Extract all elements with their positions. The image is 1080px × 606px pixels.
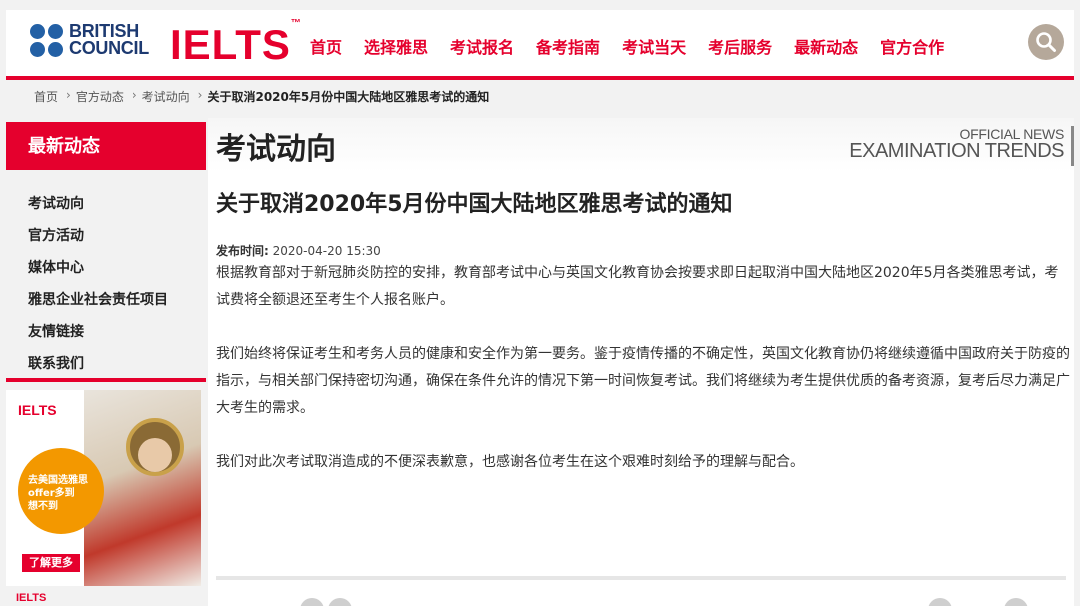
bc-logo-line2: COUNCIL — [69, 38, 149, 58]
article-paragraph: 我们对此次考试取消造成的不便深表歉意，也感谢各位考生在这个艰难时刻给予的理解与配… — [216, 454, 804, 470]
sidebar-item-exam-trends[interactable]: 考试动向 — [6, 182, 206, 214]
next-arrow-icon[interactable] — [1004, 598, 1028, 606]
promo-banner[interactable]: IELTS 去美国选雅思 offer多到 想不到 了解更多 — [6, 390, 201, 586]
publish-time: 2020-04-20 15:30 — [272, 244, 381, 258]
nav-item-home[interactable]: 首页 — [310, 34, 342, 58]
sidebar-item-csr[interactable]: 雅思企业社会责任项目 — [6, 278, 206, 310]
nav-item-latest-news[interactable]: 最新动态 — [794, 34, 858, 58]
nav-item-test-day[interactable]: 考试当天 — [622, 34, 686, 58]
breadcrumb-separator: › — [66, 88, 71, 102]
content-divider — [216, 576, 1066, 580]
person-face-image — [138, 438, 172, 472]
british-council-logo[interactable]: BRITISH COUNCIL — [30, 22, 149, 58]
learn-more-button[interactable]: 了解更多 — [22, 554, 80, 572]
sidebar-item-friendly-links[interactable]: 友情链接 — [6, 310, 206, 342]
promo-circle-line3: 想不到 — [28, 501, 58, 512]
official-news-label: OFFICIAL NEWS EXAMINATION TRENDS — [849, 126, 1064, 163]
sidebar-item-contact-us[interactable]: 联系我们 — [6, 342, 206, 374]
breadcrumb-item-exam-trends[interactable]: 考试动向 — [142, 88, 190, 105]
main-content: 考试动向 OFFICIAL NEWS EXAMINATION TRENDS 关于… — [208, 118, 1074, 606]
promo-ielts-logo: IELTS — [18, 402, 57, 418]
next-page-icon[interactable] — [928, 598, 952, 606]
promo-circle: 去美国选雅思 offer多到 想不到 — [18, 448, 104, 534]
sidebar-item-media-center[interactable]: 媒体中心 — [6, 246, 206, 278]
prev-arrow-icon[interactable] — [300, 598, 324, 606]
breadcrumb-separator: › — [197, 88, 203, 102]
article-paragraph: 我们始终将保证考生和考务人员的健康和安全作为第一要务。鉴于疫情传播的不确定性，英… — [216, 346, 1070, 416]
publish-label: 发布时间: — [216, 244, 269, 258]
search-icon — [1036, 32, 1056, 52]
sidebar-item-official-events[interactable]: 官方活动 — [6, 214, 206, 246]
breadcrumb-item-official[interactable]: 官方动态 — [76, 88, 124, 105]
promo-circle-line1: 去美国选雅思 — [28, 475, 88, 486]
breadcrumb-item-home[interactable]: 首页 — [34, 88, 58, 105]
search-button[interactable] — [1028, 24, 1064, 60]
breadcrumb-separator: › — [131, 88, 137, 102]
british-council-dots-icon — [30, 23, 63, 57]
nav-item-partners[interactable]: 官方合作 — [880, 34, 944, 58]
official-news-bar — [1071, 126, 1074, 166]
ielts-logo[interactable]: IELTS™ — [170, 18, 302, 68]
trademark-mark: ™ — [290, 18, 302, 29]
nav-item-choose-ielts[interactable]: 选择雅思 — [364, 34, 428, 58]
prev-page-icon[interactable] — [328, 598, 352, 606]
sidebar-menu: 考试动向 官方活动 媒体中心 雅思企业社会责任项目 友情链接 联系我们 — [6, 182, 206, 382]
article-title: 关于取消2020年5月份中国大陆地区雅思考试的通知 — [216, 192, 733, 217]
ielts-logo-text: IELTS — [170, 21, 291, 68]
nav-item-after-test[interactable]: 考后服务 — [708, 34, 772, 58]
promo-circle-line2: offer多到 — [28, 488, 75, 499]
nav-item-prep-guide[interactable]: 备考指南 — [536, 34, 600, 58]
main-nav: 首页 选择雅思 考试报名 备考指南 考试当天 考后服务 最新动态 官方合作 — [310, 34, 966, 58]
nav-item-registration[interactable]: 考试报名 — [450, 34, 514, 58]
site-header: BRITISH COUNCIL IELTS™ 首页 选择雅思 考试报名 备考指南… — [6, 10, 1074, 80]
official-news-line2: EXAMINATION TRENDS — [849, 140, 1064, 162]
sidebar-title: 最新动态 — [6, 122, 206, 170]
breadcrumb: 首页 › 官方动态 › 考试动向 › 关于取消2020年5月份中国大陆地区雅思考… — [34, 88, 489, 105]
section-title: 考试动向 — [216, 132, 336, 167]
promo2-ielts-logo[interactable]: IELTS — [16, 592, 46, 604]
article-paragraph: 根据教育部对于新冠肺炎防控的安排，教育部考试中心与英国文化教育协会按要求即日起取… — [216, 265, 1059, 308]
publish-info: 发布时间: 2020-04-20 15:30 — [216, 242, 381, 259]
article-body: 根据教育部对于新冠肺炎防控的安排，教育部考试中心与英国文化教育协会按要求即日起取… — [216, 260, 1072, 503]
breadcrumb-current: 关于取消2020年5月份中国大陆地区雅思考试的通知 — [207, 90, 490, 104]
